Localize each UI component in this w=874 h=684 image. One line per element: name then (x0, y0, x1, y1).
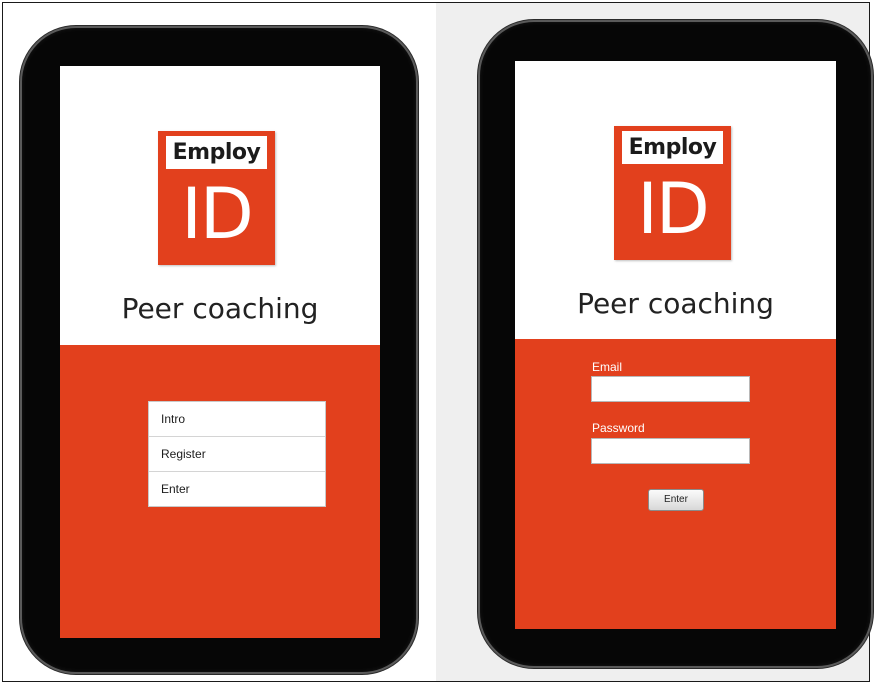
logo-word-employ: Employ (166, 136, 267, 169)
menu-item-register[interactable]: Register (149, 437, 325, 472)
password-field[interactable] (591, 438, 750, 464)
employid-logo: Employ ID (158, 131, 275, 265)
screen-top-white: Employ ID Peer coaching (515, 61, 836, 339)
password-label: Password (592, 421, 645, 435)
menu-item-enter[interactable]: Enter (149, 472, 325, 506)
tablet-right-screen: Employ ID Peer coaching Email Password E… (515, 61, 836, 629)
screen-top-white: Employ ID Peer coaching (60, 66, 380, 345)
email-label: Email (592, 360, 623, 374)
logo-id-mark: ID (181, 173, 254, 255)
app-title: Peer coaching (577, 287, 774, 320)
main-menu: Intro Register Enter (148, 401, 326, 507)
enter-button[interactable]: Enter (648, 489, 704, 511)
menu-item-intro[interactable]: Intro (149, 402, 325, 437)
screen-bottom-orange: Email Password Enter (515, 339, 836, 629)
screen-bottom-orange: Intro Register Enter (60, 345, 380, 638)
employid-logo: Employ ID (614, 126, 731, 260)
tablet-left: Employ ID Peer coaching Intro Register E… (20, 26, 418, 674)
app-title: Peer coaching (121, 292, 319, 325)
logo-id-mark: ID (637, 168, 710, 250)
logo-word-employ: Employ (622, 131, 723, 164)
tablet-right: Employ ID Peer coaching Email Password E… (478, 20, 873, 668)
tablet-left-screen: Employ ID Peer coaching Intro Register E… (60, 66, 380, 638)
email-field[interactable] (591, 376, 750, 402)
